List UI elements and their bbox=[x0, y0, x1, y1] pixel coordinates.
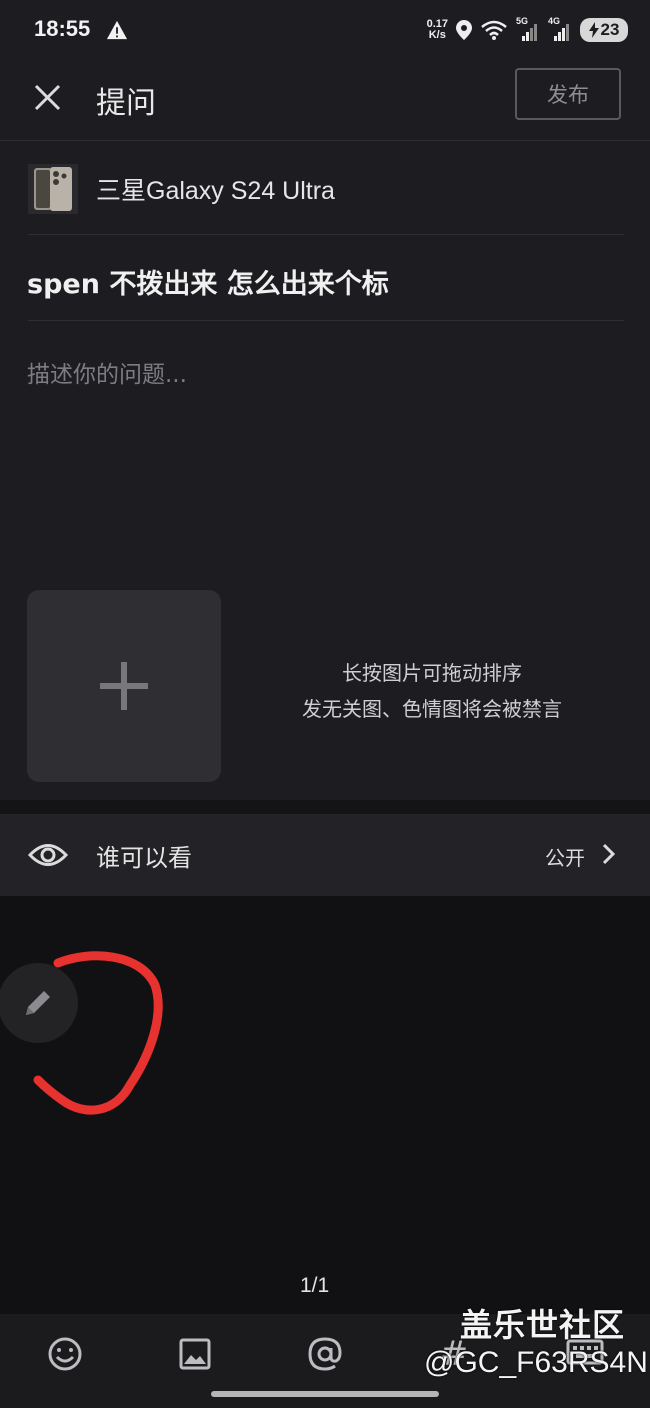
watermark-title: 盖乐世社区 bbox=[460, 1306, 626, 1344]
question-title-input[interactable]: spen 不拨出来 怎么出来个标 bbox=[27, 262, 389, 301]
image-icon bbox=[179, 1338, 211, 1370]
divider bbox=[0, 140, 650, 141]
network-speed-unit: K/s bbox=[428, 29, 446, 41]
emoji-button[interactable] bbox=[45, 1334, 85, 1374]
top-bar: 提问 发布 bbox=[0, 60, 650, 138]
signal-bars-icon bbox=[522, 24, 537, 41]
publish-button[interactable]: 发布 bbox=[515, 68, 621, 120]
signal-bars-icon bbox=[554, 24, 569, 41]
status-time: 18:55 bbox=[34, 16, 91, 41]
home-indicator[interactable] bbox=[211, 1391, 439, 1397]
add-image-button[interactable] bbox=[27, 590, 221, 782]
visibility-value: 公开 bbox=[545, 846, 585, 870]
red-annotation-circle bbox=[33, 951, 163, 1115]
battery-indicator: 23 bbox=[580, 18, 628, 42]
visibility-label: 谁可以看 bbox=[96, 844, 192, 872]
watermark-user: @GC_F63RS4N bbox=[424, 1346, 648, 1379]
image-hint-line1: 长按图片可拖动排序 bbox=[342, 661, 522, 685]
status-bar: 18:55 0.17 K/s 5G 4G 23 bbox=[0, 0, 650, 60]
chevron-right-icon bbox=[602, 843, 616, 865]
plus-icon bbox=[100, 662, 148, 710]
battery-level: 23 bbox=[600, 20, 620, 39]
signal-5g: 5G bbox=[516, 16, 540, 42]
phone-image-icon bbox=[28, 164, 78, 214]
section-separator bbox=[0, 800, 650, 814]
status-icons: 0.17 K/s 5G 4G 23 bbox=[427, 14, 628, 46]
product-selector[interactable]: 三星Galaxy S24 Ultra bbox=[28, 162, 628, 216]
location-icon bbox=[456, 20, 472, 40]
wifi-icon bbox=[481, 20, 507, 40]
divider bbox=[28, 320, 624, 321]
signal-4g: 4G bbox=[548, 16, 572, 42]
product-thumbnail bbox=[28, 164, 78, 214]
page-title: 提问 bbox=[96, 86, 156, 121]
image-hint-line2: 发无关图、色情图将会被禁言 bbox=[302, 697, 562, 721]
image-button[interactable] bbox=[175, 1334, 215, 1374]
at-icon bbox=[308, 1337, 342, 1371]
warning-icon bbox=[106, 20, 128, 40]
description-input[interactable]: 描述你的问题... bbox=[27, 355, 187, 389]
close-icon[interactable] bbox=[28, 78, 68, 118]
charging-icon bbox=[588, 22, 599, 38]
network-speed: 0.17 K/s bbox=[427, 19, 448, 41]
product-name: 三星Galaxy S24 Ultra bbox=[96, 177, 335, 205]
emoji-icon bbox=[48, 1337, 82, 1371]
divider bbox=[28, 234, 624, 235]
eye-icon bbox=[28, 844, 68, 866]
image-hint: 长按图片可拖动排序 发无关图、色情图将会被禁言 bbox=[250, 655, 614, 727]
mention-button[interactable] bbox=[305, 1334, 345, 1374]
visibility-row[interactable]: 谁可以看 公开 bbox=[0, 814, 650, 896]
page-indicator: 1/1 bbox=[300, 1274, 330, 1297]
